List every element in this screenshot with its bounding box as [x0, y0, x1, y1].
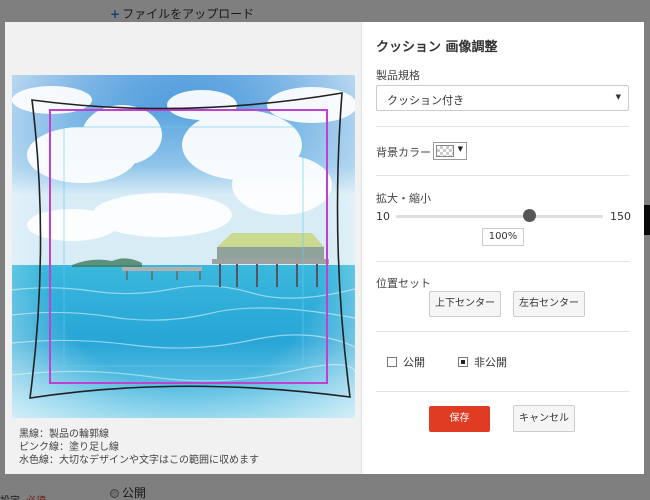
background-color-picker[interactable]: ▼	[433, 142, 467, 160]
product-spec-select[interactable]: クッション付き ▼	[376, 85, 629, 111]
product-spec-label: 製品規格	[376, 69, 420, 82]
background-color-label: 背景カラー	[376, 146, 431, 159]
public-radio[interactable]: 公開	[387, 354, 425, 370]
divider	[376, 391, 629, 392]
zoom-slider-track[interactable]	[396, 215, 603, 218]
zoom-min-value: 10	[376, 210, 390, 223]
image-adjust-modal: 黒線：製品の輪郭線 ピンク線：塗り足し線 水色線：大切なデザインや文字はこの範囲…	[5, 22, 644, 474]
divider	[376, 261, 629, 262]
divider	[376, 175, 629, 176]
zoom-label: 拡大・縮小	[376, 192, 431, 205]
position-label: 位置セット	[376, 277, 431, 290]
zoom-max-value: 150	[610, 210, 631, 223]
zoom-slider-thumb[interactable]	[522, 209, 536, 222]
settings-pane: クッション 画像調整 製品規格 クッション付き ▼ 背景カラー ▼ 拡大・縮小 …	[362, 22, 644, 474]
cancel-button[interactable]: キャンセル	[513, 405, 575, 432]
save-button[interactable]: 保存	[429, 406, 490, 432]
radio-icon	[387, 357, 397, 367]
line-legend: 黒線：製品の輪郭線 ピンク線：塗り足し線 水色線：大切なデザインや文字はこの範囲…	[19, 428, 259, 467]
preview-pane: 黒線：製品の輪郭線 ピンク線：塗り足し線 水色線：大切なデザインや文字はこの範囲…	[5, 22, 362, 474]
preview-svg	[12, 75, 355, 418]
caret-down-icon: ▼	[457, 145, 463, 153]
radio-selected-icon	[458, 357, 468, 367]
legend-pink-line: ピンク線：塗り足し線	[19, 442, 119, 453]
transparent-swatch-icon	[436, 145, 454, 157]
modal-title: クッション 画像調整	[376, 40, 498, 55]
legend-blue-line: 水色線：大切なデザインや文字はこの範囲に収めます	[19, 455, 259, 466]
caret-down-icon: ▼	[615, 93, 621, 101]
cushion-preview-canvas[interactable]	[12, 75, 355, 418]
horizontal-center-button[interactable]: 左右センター	[513, 291, 585, 317]
private-radio[interactable]: 非公開	[458, 354, 507, 370]
divider	[376, 126, 629, 127]
zoom-value-display: 100%	[482, 228, 524, 246]
vertical-center-button[interactable]: 上下センター	[429, 291, 501, 317]
divider	[376, 331, 629, 332]
legend-black-line: 黒線：製品の輪郭線	[19, 429, 109, 440]
